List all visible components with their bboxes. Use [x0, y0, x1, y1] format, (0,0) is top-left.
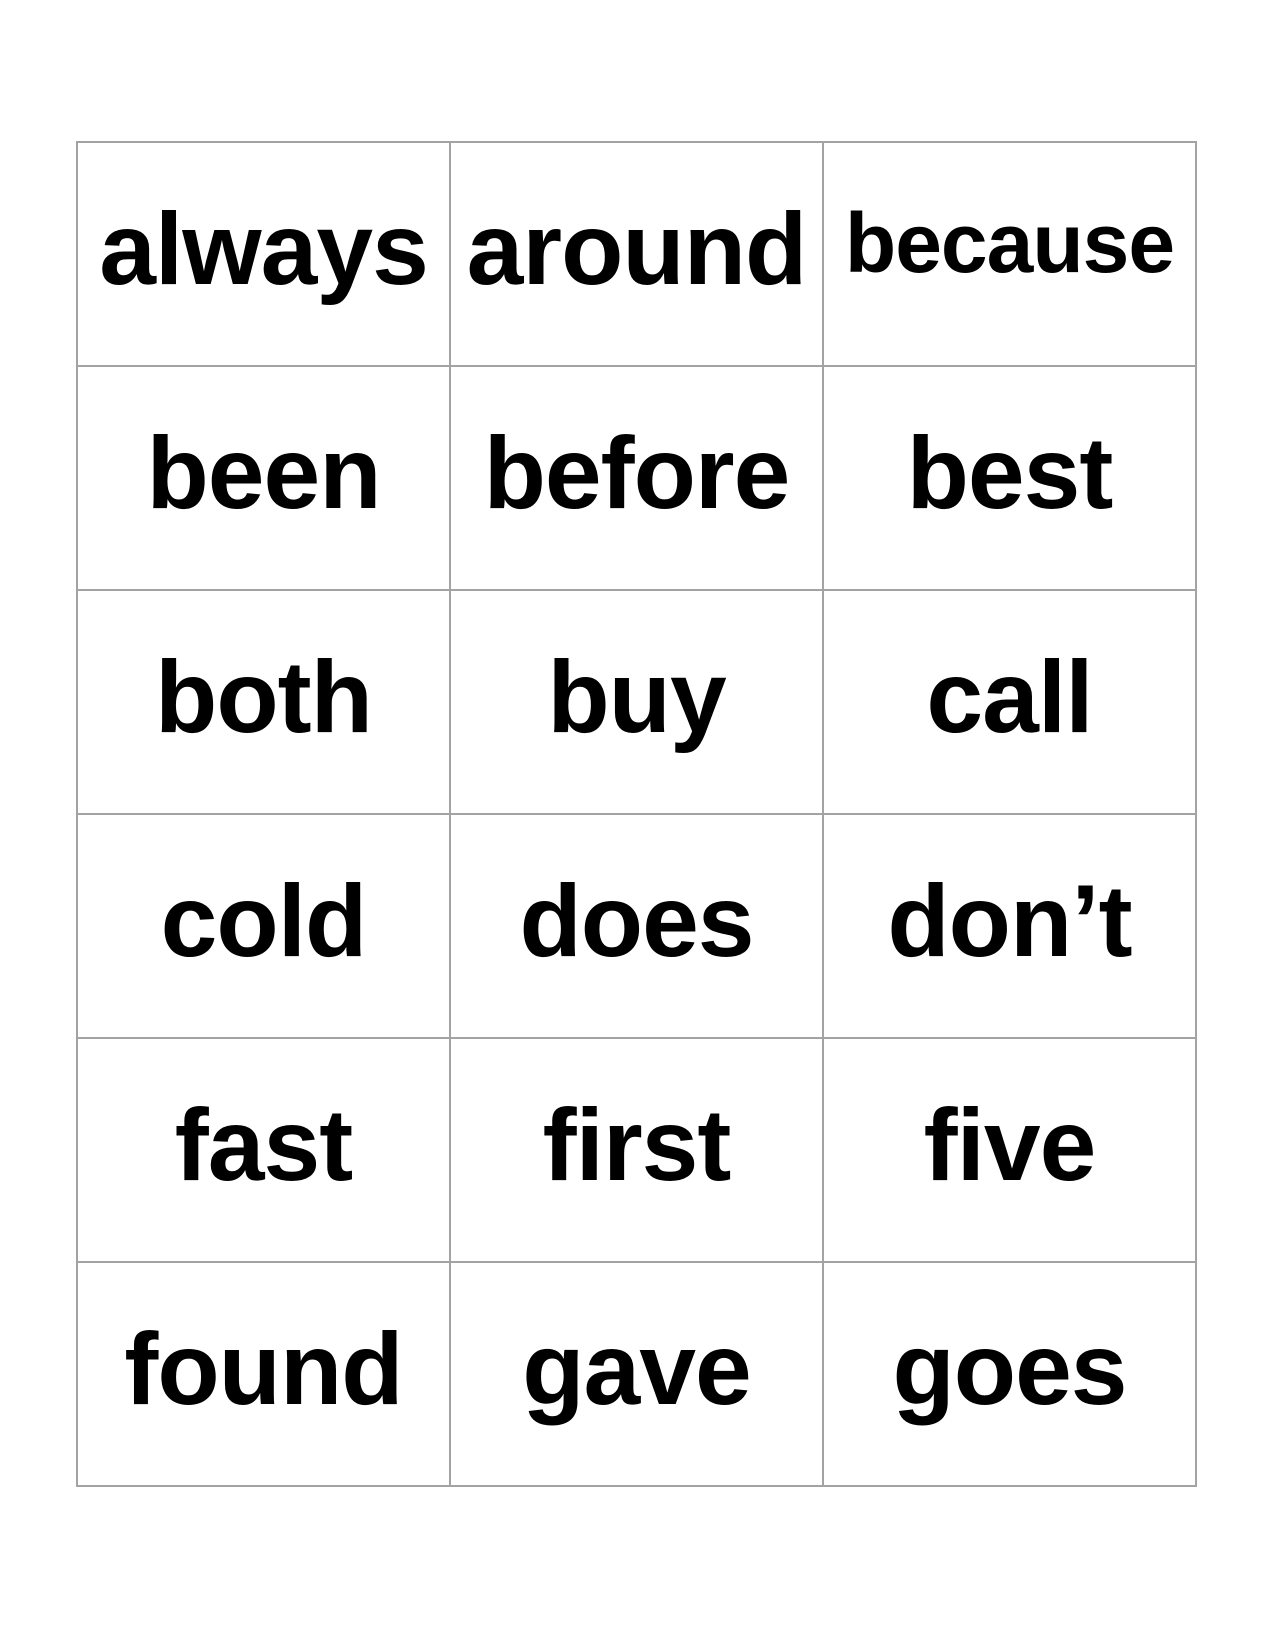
word-card: goes	[824, 1263, 1197, 1487]
word-card: around	[451, 143, 824, 367]
word-card: before	[451, 367, 824, 591]
word-card: five	[824, 1039, 1197, 1263]
word-card: call	[824, 591, 1197, 815]
word-card-grid: always around because been before best both buy…	[76, 141, 1197, 1487]
word-card: don’t	[824, 815, 1197, 1039]
word-card: always	[78, 143, 451, 367]
word-card: first	[451, 1039, 824, 1263]
word-card: because	[824, 143, 1197, 367]
word-card: both	[78, 591, 451, 815]
word-card: found	[78, 1263, 451, 1487]
word-card: does	[451, 815, 824, 1039]
word-card: gave	[451, 1263, 824, 1487]
word-card: fast	[78, 1039, 451, 1263]
word-card: cold	[78, 815, 451, 1039]
word-card: best	[824, 367, 1197, 591]
word-card: been	[78, 367, 451, 591]
word-card: buy	[451, 591, 824, 815]
